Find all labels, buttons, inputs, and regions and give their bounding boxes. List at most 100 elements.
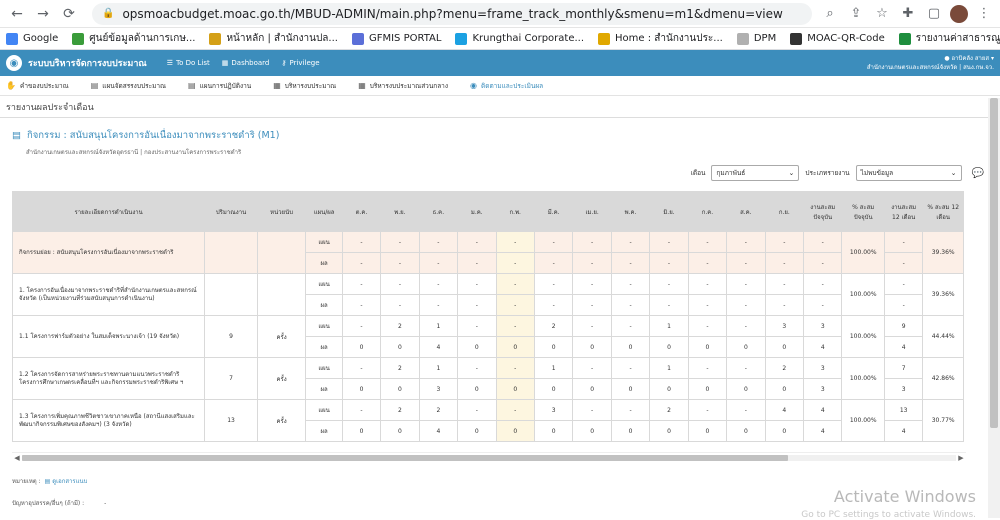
- row-unit: ครั้ง: [257, 358, 306, 400]
- cumulative-12: 4: [884, 421, 922, 442]
- table-cell: 4: [804, 337, 842, 358]
- table-cell: -: [419, 253, 457, 274]
- privilege-link[interactable]: ⚷Privilege: [281, 59, 319, 67]
- extensions-icon[interactable]: ✚: [898, 4, 918, 24]
- menu-item[interactable]: ▤แผนการปฏิบัติงาน: [188, 81, 251, 91]
- key-icon: ⚷: [281, 59, 286, 67]
- bookmarks-bar: Google ศูนย์ข้อมูลด้านการเกษ... หน้าหลัก |…: [0, 28, 1000, 50]
- address-bar[interactable]: 🔒 opsmoacbudget.moac.go.th/MBUD-ADMIN/ma…: [92, 3, 812, 25]
- scroll-right-icon[interactable]: ▶: [956, 454, 966, 462]
- row-unit: [257, 274, 306, 316]
- plan-result-label: ผล: [306, 379, 342, 400]
- dashboard-link[interactable]: ▦Dashboard: [222, 59, 270, 67]
- table-cell: -: [611, 400, 649, 421]
- table-cell: -: [419, 274, 457, 295]
- table-cell: -: [688, 400, 726, 421]
- chart-icon: ◉: [470, 81, 477, 90]
- kebab-menu-icon[interactable]: ⋮: [974, 4, 994, 24]
- table-cell: 0: [458, 337, 496, 358]
- attachment-link[interactable]: ▤ ดูเอกสารแนบ: [45, 476, 88, 486]
- app-logo-icon: ◉: [6, 55, 22, 71]
- table-cell: 3: [765, 316, 803, 337]
- table-cell: -: [342, 295, 380, 316]
- bookmark-item[interactable]: หน้าหลัก | สำนักงานปล...: [209, 31, 338, 46]
- profile-avatar[interactable]: [950, 5, 968, 23]
- table-cell: -: [804, 295, 842, 316]
- row-description: 1.3 โครงการเพิ่มคุณภาพชีวิตชาวเขาภาคเหนื…: [13, 400, 205, 442]
- comment-icon[interactable]: 💬: [972, 168, 984, 179]
- scroll-thumb[interactable]: [22, 455, 788, 461]
- bookmark-item[interactable]: GFMIS PORTAL: [352, 33, 441, 45]
- table-cell: -: [573, 253, 611, 274]
- bookmark-favicon-icon: [6, 33, 18, 45]
- user-name: อาบิคลัง สายส: [952, 55, 990, 62]
- table-cell: -: [419, 295, 457, 316]
- note-line: หมายเหตุ : ▤ ดูเอกสารแนบ: [12, 476, 988, 486]
- vertical-scrollbar[interactable]: [988, 98, 1000, 518]
- table-row: กิจกรรมย่อย : สนับสนุนโครงการอันเนื่องมา…: [13, 232, 964, 253]
- horizontal-scrollbar[interactable]: ◀ ▶: [12, 452, 966, 462]
- table-cell: -: [458, 274, 496, 295]
- row-unit: ครั้ง: [257, 400, 306, 442]
- table-cell: 0: [688, 421, 726, 442]
- star-icon[interactable]: ☆: [872, 4, 892, 24]
- bookmark-item[interactable]: MOAC-QR-Code: [790, 33, 885, 45]
- column-header: ปริมาณงาน: [205, 192, 258, 232]
- table-cell: -: [650, 274, 688, 295]
- column-header: เม.ย.: [573, 192, 611, 232]
- table-cell: 0: [650, 421, 688, 442]
- window-icon[interactable]: ▢: [924, 4, 944, 24]
- bookmark-item[interactable]: ศูนย์ข้อมูลด้านการเกษ...: [72, 31, 195, 46]
- pct-12: 30.77%: [923, 400, 964, 442]
- table-cell: -: [381, 274, 419, 295]
- url-text: opsmoacbudget.moac.go.th/MBUD-ADMIN/main…: [122, 7, 782, 21]
- user-menu[interactable]: ● อาบิคลัง สายส ▾ สำนักงานเกษตรและสหกรณ์…: [867, 54, 994, 72]
- table-cell: 1: [419, 358, 457, 379]
- table-cell: -: [573, 358, 611, 379]
- back-arrow-icon[interactable]: ←: [6, 3, 28, 25]
- todo-link[interactable]: ☰To Do List: [167, 59, 210, 67]
- table-cell: -: [573, 232, 611, 253]
- table-cell: -: [419, 232, 457, 253]
- table-cell: 0: [727, 421, 765, 442]
- table-cell: 3: [419, 379, 457, 400]
- column-header: พ.ย.: [381, 192, 419, 232]
- vertical-scroll-thumb[interactable]: [990, 98, 998, 428]
- row-quantity: 13: [205, 400, 258, 442]
- table-cell: -: [804, 253, 842, 274]
- report-type-select[interactable]: ไม่พบข้อมูล⌄: [856, 165, 962, 181]
- menu-item[interactable]: ▦บริหารงบประมาณ: [273, 81, 336, 91]
- menu-item[interactable]: ▦บริหารงบประมาณส่วนกลาง: [358, 81, 448, 91]
- bookmark-item[interactable]: Home : สำนักงานประ...: [598, 31, 723, 46]
- bookmark-item[interactable]: รายงานค่าสาธารณูปโภ...: [899, 31, 1000, 46]
- table-cell: -: [496, 316, 534, 337]
- bookmark-item[interactable]: Google: [6, 33, 58, 45]
- table-cell: 0: [496, 337, 534, 358]
- scroll-left-icon[interactable]: ◀: [12, 454, 22, 462]
- row-quantity: [205, 232, 258, 274]
- bookmark-item[interactable]: DPM: [737, 33, 776, 45]
- table-cell: 0: [765, 421, 803, 442]
- share-icon[interactable]: ⇪: [846, 4, 866, 24]
- column-header: พ.ค.: [611, 192, 649, 232]
- pct-12: 42.86%: [923, 358, 964, 400]
- menu-item[interactable]: ▤แผนจัดสรรงบประมาณ: [91, 81, 166, 91]
- cumulative-12: 9: [884, 316, 922, 337]
- table-cell: 3: [804, 379, 842, 400]
- pct-12: 39.36%: [923, 232, 964, 274]
- reload-icon[interactable]: ⟳: [58, 3, 80, 25]
- table-cell: 0: [765, 337, 803, 358]
- month-select[interactable]: กุมภาพันธ์⌄: [711, 165, 799, 181]
- menu-item[interactable]: ◉ติดตามและประเมินผล: [470, 81, 543, 91]
- zoom-icon[interactable]: ⌕: [820, 4, 840, 24]
- app-header: ◉ ระบบบริหารจัดการงบประมาณ ☰To Do List ▦…: [0, 50, 1000, 76]
- menu-item[interactable]: ✋คำของบประมาณ: [6, 81, 69, 91]
- table-cell: -: [534, 295, 572, 316]
- cumulative-12: -: [884, 295, 922, 316]
- bookmark-item[interactable]: Krungthai Corporate...: [455, 33, 584, 45]
- forward-arrow-icon[interactable]: →: [32, 3, 54, 25]
- table-cell: -: [458, 358, 496, 379]
- table-cell: 0: [458, 379, 496, 400]
- main-menu: ✋คำของบประมาณ ▤แผนจัดสรรงบประมาณ ▤แผนการปฏ…: [0, 76, 1000, 96]
- table-cell: 0: [342, 379, 380, 400]
